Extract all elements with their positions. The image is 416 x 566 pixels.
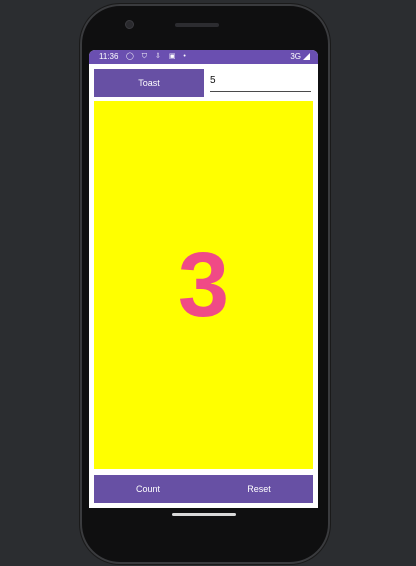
emulator-stage: 11:36 ◯ ⛉ ⇩ ▣ • 3G Toast 3 Count Reset — [0, 0, 416, 566]
status-bar: 11:36 ◯ ⛉ ⇩ ▣ • 3G — [89, 50, 318, 64]
gesture-nav-handle[interactable] — [172, 513, 236, 516]
app-screen: 11:36 ◯ ⛉ ⇩ ▣ • 3G Toast 3 Count Reset — [89, 50, 318, 508]
speaker-grille — [175, 23, 219, 27]
signal-icon — [303, 53, 310, 60]
shield-icon: ⛉ — [141, 53, 151, 60]
status-icons: ◯ ⛉ ⇩ ▣ • — [126, 50, 189, 64]
dot-icon: • — [183, 53, 189, 60]
status-time: 11:36 — [99, 52, 119, 61]
count-value: 3 — [177, 234, 230, 336]
bottom-button-bar: Count Reset — [94, 475, 313, 503]
reset-button[interactable]: Reset — [205, 475, 313, 503]
status-network: 3G — [290, 50, 310, 64]
count-display-panel: 3 — [94, 101, 313, 469]
network-label: 3G — [290, 52, 301, 61]
toast-button[interactable]: Toast — [94, 69, 204, 97]
circle-icon: ◯ — [126, 53, 137, 60]
count-button[interactable]: Count — [94, 475, 202, 503]
lock-icon: ▣ — [168, 53, 179, 60]
number-field — [210, 69, 311, 95]
download-icon: ⇩ — [155, 53, 164, 60]
number-input[interactable] — [210, 69, 311, 92]
camera-icon — [125, 20, 134, 29]
